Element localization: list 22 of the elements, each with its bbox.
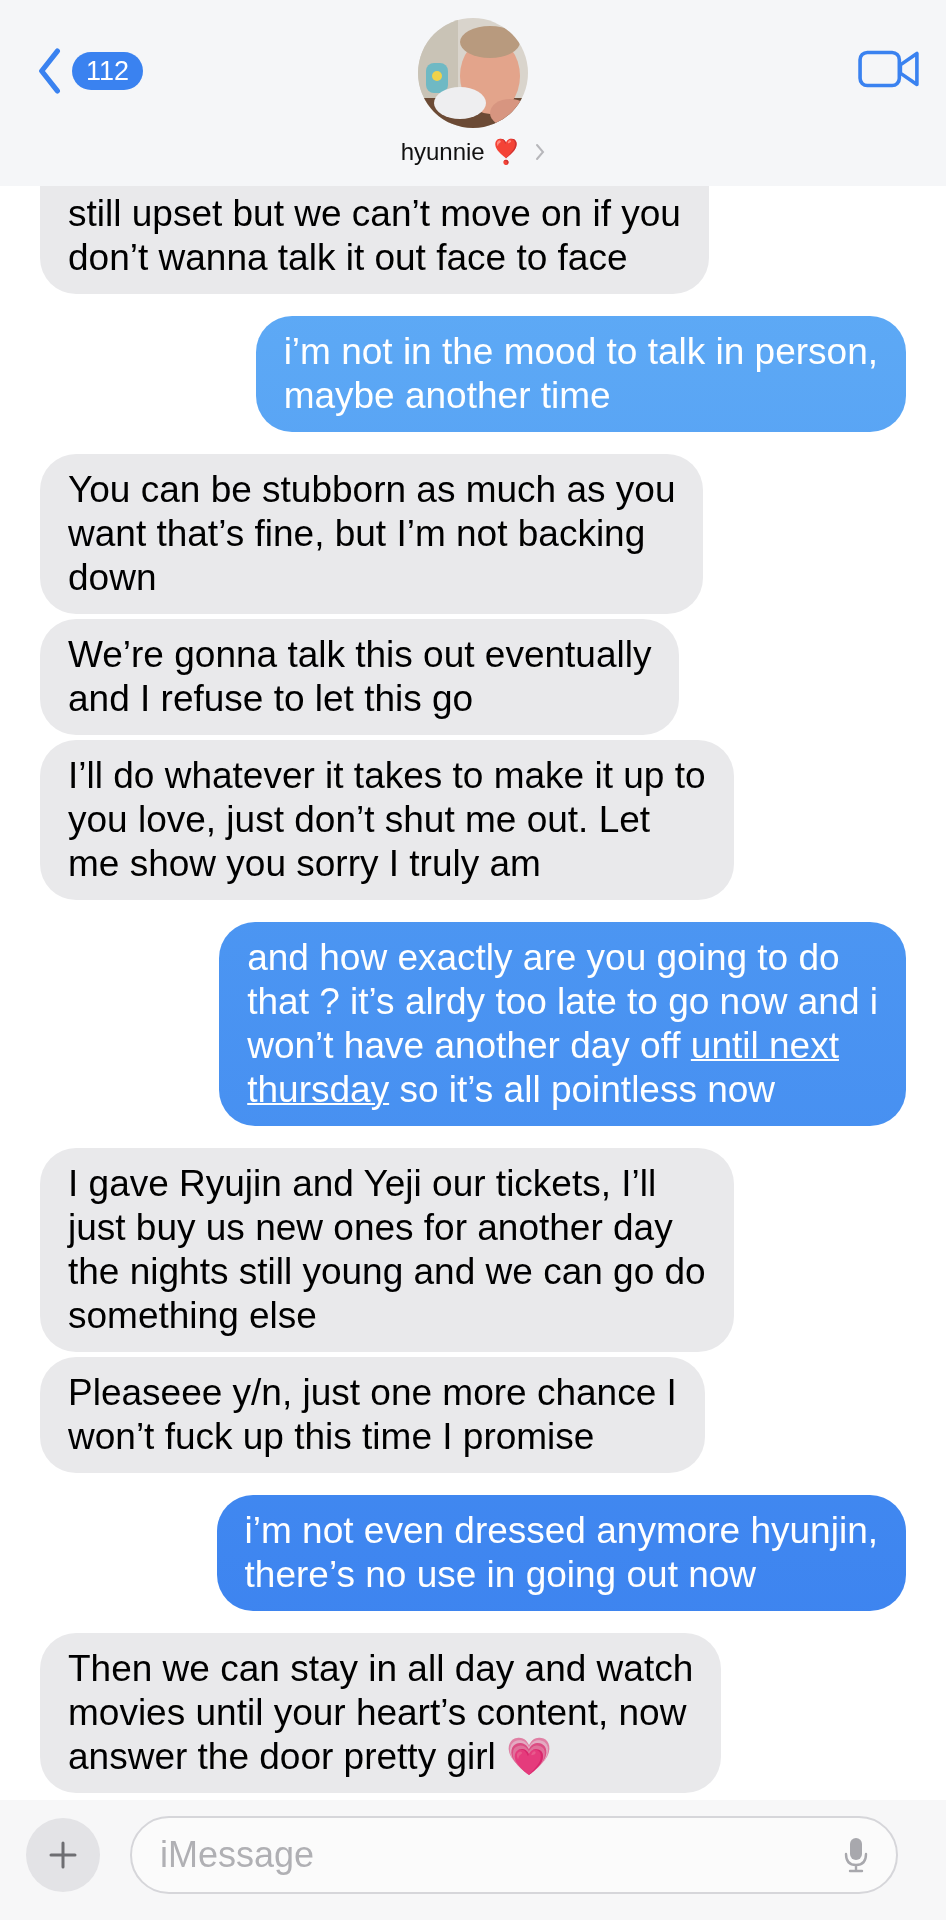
message-bubble: Then we can stay in all day and watch movies until your heart’s content, now answer the door pretty girl 💗 [40,1633,722,1793]
message-bubble: I gave Ryujin and Yeji our tickets, I’ll just buy us new ones for another day the nights still young and we can go do something else [40,1148,734,1352]
message-bubble: i’m not in the mood to talk in person, maybe another time [255,316,906,432]
message-bubble: and how exactly are you going to do that ? it’s alrdy too late to go now and i won’t have another day off until next thursday so it’s all pointless now [219,922,906,1126]
message-bubble: We’re gonna talk this out eventually and I refuse to let this go [40,619,680,735]
video-camera-icon [858,48,920,90]
message-bubble: Pleaseee y/n, just one more chance I won’t fuck up this time I promise [40,1357,705,1473]
date-link[interactable]: thursday [247,1069,390,1110]
video-call-button[interactable] [858,48,920,90]
message-bubble: You can be stubborn as much as you want that’s fine, but I’m not backing down [40,454,704,614]
plus-icon [48,1840,78,1870]
back-chevron-icon [36,48,62,94]
message-bubble: i’m not even dressed anymore hyunjin, there’s no use in going out now [216,1495,906,1611]
message-bubble: still upset but we can’t move on if you don’t wanna talk it out face to face [40,186,709,294]
contact-name-button[interactable]: hyunnie ❣ [400,138,546,166]
chevron-right-icon [535,143,546,161]
back-button[interactable]: 112 [36,48,144,94]
message-input-field[interactable]: iMessage [130,1816,898,1894]
unread-count-badge: 112 [72,52,144,90]
date-link[interactable]: until next [690,1025,839,1066]
message-bubble: I’ll do whatever it takes to make it up to you love, just don’t shut me out. Let me show you sorry I truly am [40,740,734,900]
microphone-icon[interactable] [844,1836,868,1874]
